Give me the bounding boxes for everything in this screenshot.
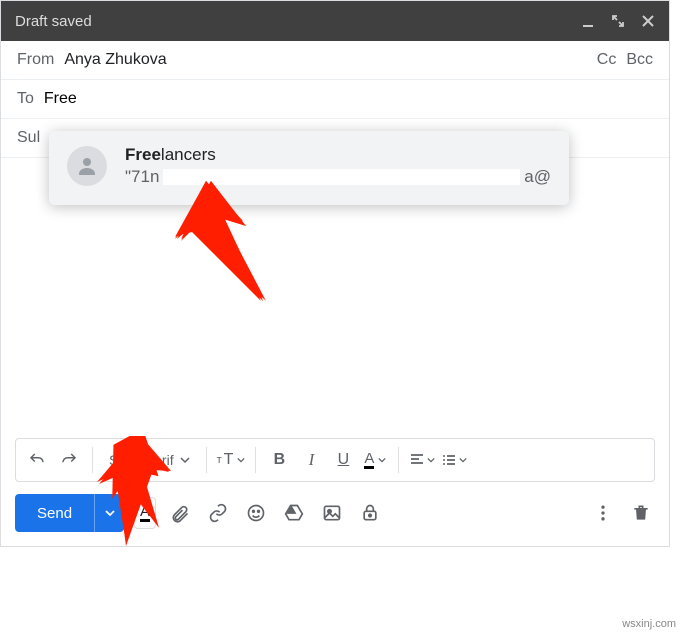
- autocomplete-email-start: "71n: [125, 167, 159, 187]
- titlebar: Draft saved: [1, 1, 669, 41]
- toolbar-separator: [92, 447, 93, 473]
- window-title: Draft saved: [15, 13, 581, 30]
- from-row: From Anya Zhukova Cc Bcc: [1, 41, 669, 80]
- autocomplete-email-mask: [163, 169, 520, 185]
- insert-image-button[interactable]: [318, 499, 346, 527]
- list-button[interactable]: [441, 445, 467, 475]
- formatting-toolbar: Sans Serif тT B I U A: [15, 438, 655, 482]
- bcc-button[interactable]: Bcc: [626, 51, 653, 69]
- to-label: To: [17, 90, 34, 108]
- redo-button[interactable]: [56, 445, 82, 475]
- toolbar-separator: [255, 447, 256, 473]
- discard-draft-button[interactable]: [627, 499, 655, 527]
- underline-button[interactable]: U: [330, 445, 356, 475]
- font-size-button[interactable]: тT: [217, 445, 246, 475]
- italic-button[interactable]: I: [298, 445, 324, 475]
- subject-prefix: Sul: [17, 129, 40, 146]
- font-family-label: Sans Serif: [109, 452, 174, 468]
- autocomplete-name-match: Free: [125, 145, 161, 164]
- recipient-autocomplete: Freelancers "71n a@: [49, 131, 569, 205]
- action-row: Send A: [1, 494, 669, 546]
- font-family-select[interactable]: Sans Serif: [103, 452, 196, 468]
- confidential-mode-button[interactable]: [356, 499, 384, 527]
- emoji-button[interactable]: [242, 499, 270, 527]
- more-options-button[interactable]: [589, 499, 617, 527]
- chevron-down-icon: [180, 455, 190, 465]
- text-color-button[interactable]: A: [362, 445, 388, 475]
- drive-button[interactable]: [280, 499, 308, 527]
- align-button[interactable]: [409, 445, 435, 475]
- bold-button[interactable]: B: [266, 445, 292, 475]
- insert-link-button[interactable]: [204, 499, 232, 527]
- autocomplete-name: Freelancers: [125, 145, 551, 165]
- cc-button[interactable]: Cc: [597, 51, 617, 69]
- chevron-down-icon: [237, 456, 245, 464]
- to-input[interactable]: [44, 90, 653, 108]
- send-button[interactable]: Send: [15, 494, 94, 532]
- from-value[interactable]: Anya Zhukova: [64, 51, 166, 69]
- attach-file-button[interactable]: [166, 499, 194, 527]
- to-row[interactable]: To: [1, 80, 669, 119]
- compose-window: Draft saved From Anya Zhukova Cc Bcc To …: [0, 0, 670, 547]
- send-more-button[interactable]: [94, 494, 124, 532]
- from-label: From: [17, 51, 54, 69]
- formatting-options-button[interactable]: A: [134, 497, 156, 529]
- autocomplete-item[interactable]: Freelancers "71n a@: [49, 131, 569, 205]
- minimize-icon[interactable]: [581, 14, 595, 28]
- expand-icon[interactable]: [611, 14, 625, 28]
- chevron-down-icon: [427, 456, 435, 464]
- toolbar-separator: [398, 447, 399, 473]
- autocomplete-email-end: a@: [524, 167, 551, 187]
- watermark: wsxinj.com: [622, 618, 676, 630]
- toolbar-separator: [206, 447, 207, 473]
- avatar-icon: [67, 146, 107, 186]
- autocomplete-name-rest: lancers: [161, 145, 216, 164]
- chevron-down-icon: [378, 456, 386, 464]
- chevron-down-icon: [105, 508, 115, 518]
- chevron-down-icon: [459, 456, 467, 464]
- close-icon[interactable]: [641, 14, 655, 28]
- undo-button[interactable]: [24, 445, 50, 475]
